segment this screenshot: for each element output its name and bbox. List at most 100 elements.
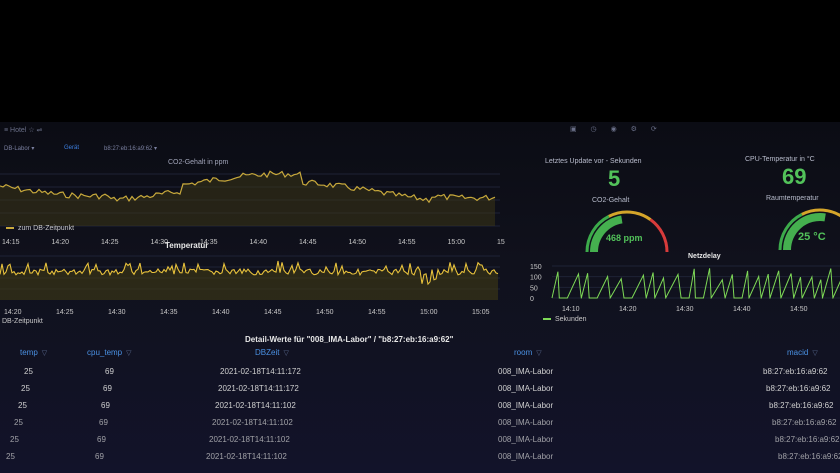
table-row[interactable]: 25 69 2021-02-18T14:11:172 008_IMA-Labor b8:… — [0, 381, 840, 398]
cpu-temp-title: CPU-Temperatur in °C — [745, 156, 815, 163]
co2-gauge-title: CO2-Gehalt — [592, 197, 630, 204]
co2-chart-title: CO2-Gehalt in ppm — [168, 159, 229, 166]
co2-x-tick: 14:25 — [101, 239, 119, 246]
toolbar-icons[interactable]: ▣ ◷ ◉ ⚙ ⟳ — [570, 125, 663, 133]
netzdelay-x-tick: 14:50 — [790, 306, 808, 313]
cell-temp: 25 — [18, 401, 27, 410]
co2-x-tick: 14:20 — [52, 239, 70, 246]
cell-cpu-temp: 69 — [101, 401, 110, 410]
room-temp-gauge — [778, 208, 840, 251]
cell-macid: b8:27:eb:16:a9:62 — [769, 401, 834, 410]
cell-macid: b8:27:eb:16:a9:62 — [775, 435, 840, 444]
netzdelay-chart: 150 100 50 0 14:10 14:20 14:30 14:40 14:50 — [530, 264, 840, 313]
last-update-value: 5 — [608, 166, 621, 191]
cell-temp: 25 — [24, 367, 33, 376]
co2-x-tick: 15:00 — [448, 239, 466, 246]
col-room-header[interactable]: room ▽ — [514, 348, 542, 357]
cell-room: 008_IMA-Labor — [498, 367, 554, 376]
netzdelay-x-tick: 14:40 — [733, 306, 751, 313]
col-dbzeit-header[interactable]: DBZeit ▽ — [255, 348, 289, 357]
cell-dbzeit: 2021-02-18T14:11:102 — [215, 401, 296, 410]
co2-x-tick: 15:05 — [497, 239, 505, 246]
temp-x-tick: 14:35 — [160, 309, 178, 316]
device-tab[interactable]: Gerät — [64, 145, 79, 151]
cell-macid: b8:27:eb:16:a9:62 — [763, 367, 828, 376]
temp-x-tick: 14:50 — [316, 309, 334, 316]
cell-dbzeit: 2021-02-18T14:11:172 — [218, 384, 299, 393]
netzdelay-y-tick: 0 — [530, 296, 534, 303]
mac-select[interactable]: b8:27:eb:16:a9:62 ▾ — [104, 145, 157, 152]
cell-dbzeit: 2021-02-18T14:11:102 — [209, 435, 290, 444]
room-gauge-value: 25 °C — [798, 231, 826, 243]
netzdelay-y-tick: 150 — [530, 264, 542, 271]
filter-icon[interactable]: ▽ — [126, 350, 131, 357]
filter-icon[interactable]: ▽ — [812, 350, 817, 357]
temp-legend: DB-Zeitpunkt — [2, 318, 43, 325]
temp-x-tick: 15:00 — [420, 309, 438, 316]
cell-dbzeit: 2021-02-18T14:11:172 — [220, 367, 301, 376]
temp-chart-title: Temperatur — [165, 241, 209, 250]
netzdelay-x-tick: 14:10 — [562, 306, 580, 313]
cell-temp: 25 — [6, 452, 15, 461]
co2-legend: zum DB-Zeitpunkt — [6, 225, 74, 232]
co2-chart: 14:15 14:20 14:25 14:30 14:35 14:40 14:45 14:50… — [0, 170, 505, 246]
cell-cpu-temp: 69 — [95, 452, 104, 461]
table-row[interactable]: 25 69 2021-02-18T14:11:102 008_IMA-Labor b8:… — [0, 415, 840, 432]
cell-temp: 25 — [21, 384, 30, 393]
dashboard-screen: ≡ Hotel ☆ ⇌ ▣ ◷ ◉ ⚙ ⟳ DB-Labor ▾ Gerät b… — [0, 122, 840, 473]
cell-macid: b8:27:eb:16:a9:62 — [772, 418, 837, 427]
temp-x-tick: 14:30 — [108, 309, 126, 316]
table-row[interactable]: 25 69 2021-02-18T14:11:102 008_IMA-Labor b8:… — [0, 432, 840, 449]
room-gauge-title: Raumtemperatur — [766, 195, 819, 202]
co2-x-tick: 14:40 — [250, 239, 268, 246]
netzdelay-x-tick: 14:30 — [676, 306, 694, 313]
cell-cpu-temp: 69 — [99, 418, 108, 427]
cell-dbzeit: 2021-02-18T14:11:102 — [212, 418, 293, 427]
temp-x-tick: 14:55 — [368, 309, 386, 316]
table-row[interactable]: 25 69 2021-02-18T14:11:172 008_IMA-Labor b8:… — [0, 364, 840, 381]
netzdelay-y-tick: 100 — [530, 275, 542, 282]
cell-room: 008_IMA-Labor — [498, 384, 554, 393]
col-macid-header[interactable]: macid ▽ — [787, 348, 818, 357]
cell-cpu-temp: 69 — [103, 384, 112, 393]
cell-room: 008_IMA-Labor — [498, 401, 554, 410]
col-temp-header[interactable]: temp ▽ — [20, 348, 47, 357]
filter-icon[interactable]: ▽ — [283, 350, 288, 357]
last-update-title: Letztes Update vor - Sekunden — [545, 158, 642, 165]
netzdelay-series-line — [551, 268, 840, 299]
table-row[interactable]: 25 69 2021-02-18T14:11:102 008_IMA-Labor b8:… — [0, 398, 840, 415]
cell-room: 008_IMA-Labor — [498, 452, 554, 461]
col-cpu-temp-header[interactable]: cpu_temp ▽ — [87, 348, 132, 357]
filter-icon[interactable]: ▽ — [42, 350, 47, 357]
top-bar: ≡ Hotel ☆ ⇌ ▣ ◷ ◉ ⚙ ⟳ — [0, 122, 840, 140]
netzdelay-y-tick: 50 — [530, 285, 538, 292]
db-select[interactable]: DB-Labor ▾ — [4, 145, 34, 152]
cell-macid: b8:27:eb:16:a9:62 — [766, 384, 831, 393]
temp-x-tick: 14:40 — [212, 309, 230, 316]
filter-icon[interactable]: ▽ — [536, 350, 541, 357]
temp-x-tick: 15:05 — [472, 309, 490, 316]
detail-table: temp ▽ cpu_temp ▽ DBZeit ▽ room ▽ macid ▽ 25 6… — [0, 342, 840, 473]
cell-dbzeit: 2021-02-18T14:11:102 — [206, 452, 287, 461]
cell-cpu-temp: 69 — [97, 435, 106, 444]
netzdelay-title: Netzdelay — [688, 253, 721, 260]
dashboard-brand[interactable]: ≡ Hotel ☆ ⇌ — [4, 126, 42, 134]
co2-x-tick: 14:55 — [398, 239, 416, 246]
cell-room: 008_IMA-Labor — [498, 418, 554, 427]
temp-x-tick: 14:25 — [56, 309, 74, 316]
co2-x-tick: 14:15 — [2, 239, 20, 246]
netzdelay-legend: Sekunden — [543, 316, 587, 323]
co2-x-tick: 14:50 — [349, 239, 367, 246]
co2-x-tick: 14:45 — [299, 239, 317, 246]
temp-x-tick: 14:20 — [4, 309, 22, 316]
co2-gauge — [585, 210, 669, 253]
cell-macid: b8:27:eb:16:a9:62 — [778, 452, 840, 461]
gauge-threshold-red — [649, 218, 669, 253]
cell-temp: 25 — [14, 418, 23, 427]
cpu-temp-value: 69 — [782, 164, 807, 189]
temp-chart: 14:20 14:25 14:30 14:35 14:40 14:45 14:50 14:55… — [0, 255, 500, 316]
temp-x-tick: 14:45 — [264, 309, 282, 316]
table-row[interactable]: 25 69 2021-02-18T14:11:102 008_IMA-Labor b8:… — [0, 449, 840, 466]
netzdelay-x-tick: 14:20 — [619, 306, 637, 313]
co2-gauge-value: 468 ppm — [606, 233, 643, 243]
